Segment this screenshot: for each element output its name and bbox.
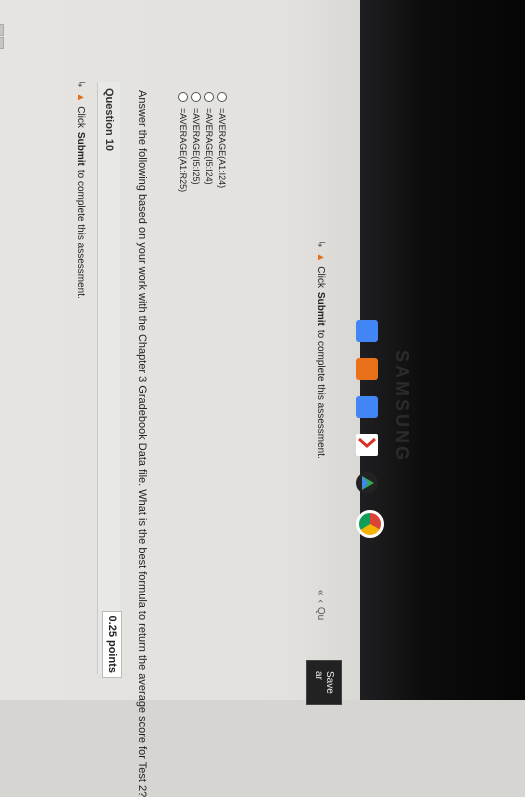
double-chevron-left-icon[interactable]: «: [0, 24, 4, 36]
arrow-icon: ↳: [75, 80, 86, 89]
option-label: =AVERAGE(A1:I24): [217, 108, 227, 189]
play-store-icon[interactable]: [356, 472, 378, 494]
question-header: Question 10 0.25 points: [97, 82, 122, 678]
save-button[interactable]: Save ar: [306, 660, 342, 705]
gmail-icon[interactable]: [356, 434, 378, 456]
warning-icon: ▲: [75, 92, 86, 103]
radio-icon[interactable]: [191, 92, 201, 102]
points-badge: 0.25 points: [102, 610, 122, 678]
submit-banner-top: ↳ ▲ Click Submit to complete this assess…: [75, 80, 86, 299]
banner-rest: to complete this assessment.: [315, 329, 326, 459]
warning-icon: ▲: [315, 252, 326, 263]
docs-icon[interactable]: [356, 320, 378, 342]
files-icon[interactable]: [356, 396, 378, 418]
chevron-left-icon[interactable]: ‹: [315, 600, 326, 603]
option-label: =AVERAGE(A1:R25): [178, 108, 188, 193]
banner-action: Click: [75, 106, 86, 128]
radio-icon[interactable]: [217, 92, 227, 102]
submit-banner-bottom: ↳ ▲ Click Submit to complete this assess…: [315, 240, 326, 459]
question-navigation: « ‹ Qu: [315, 590, 326, 620]
radio-icon[interactable]: [178, 92, 188, 102]
option-3[interactable]: =AVERAGE(I5:I25): [190, 92, 202, 292]
option-label: =AVERAGE(I5:I24): [204, 108, 214, 185]
arrow-icon: ↳: [315, 240, 326, 249]
taskbar: [352, 300, 392, 560]
chevron-left-icon[interactable]: ‹: [0, 37, 4, 49]
assessment-page: ↳ ▲ Click Submit to complete this assess…: [0, 0, 348, 797]
option-2[interactable]: =AVERAGE(I5:I24): [203, 92, 215, 292]
option-4[interactable]: =AVERAGE(A1:R25): [177, 92, 189, 292]
monitor-brand-logo: SAMSUNG: [392, 350, 412, 464]
banner-action: Click: [315, 266, 326, 288]
banner-submit-link[interactable]: Submit: [315, 292, 326, 326]
answer-options: =AVERAGE(A1:I24) =AVERAGE(I5:I24) =AVERA…: [176, 92, 228, 292]
option-label: =AVERAGE(I5:I25): [191, 108, 201, 185]
question-label: Question 10: [103, 88, 115, 151]
slides-icon[interactable]: [356, 358, 378, 380]
question-text: Answer the following based on your work …: [136, 90, 148, 797]
chrome-icon[interactable]: [356, 510, 384, 538]
radio-icon[interactable]: [204, 92, 214, 102]
banner-submit-link[interactable]: Submit: [75, 132, 86, 166]
top-nav-buttons: « ‹: [0, 24, 4, 49]
question-nav-label[interactable]: Qu: [315, 607, 326, 620]
banner-rest: to complete this assessment.: [75, 169, 86, 299]
double-chevron-left-icon[interactable]: «: [315, 590, 326, 596]
option-1[interactable]: =AVERAGE(A1:I24): [216, 92, 228, 292]
